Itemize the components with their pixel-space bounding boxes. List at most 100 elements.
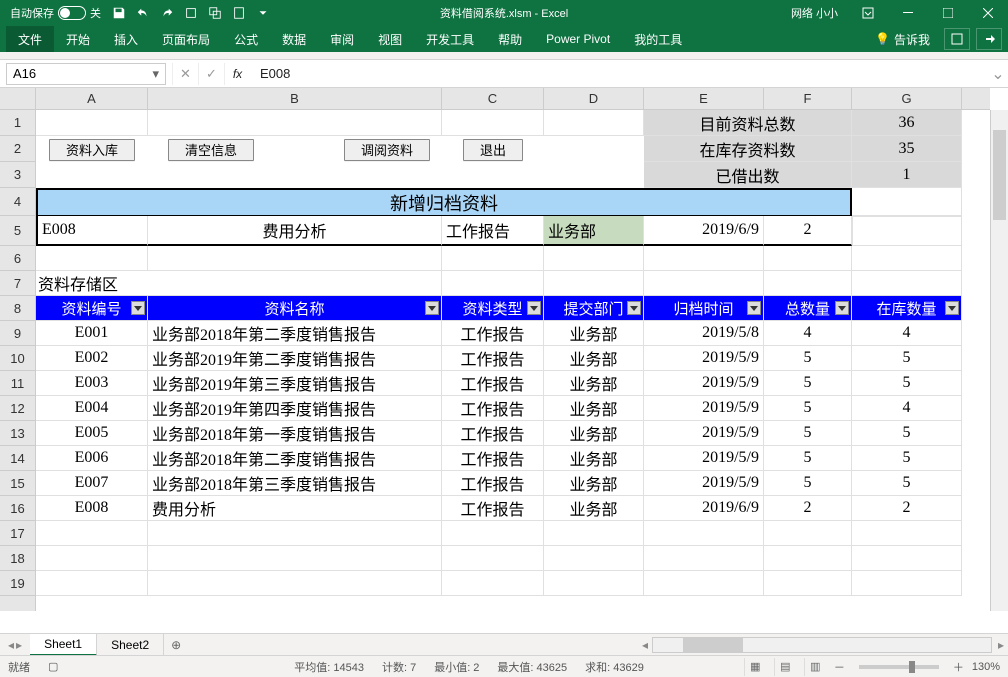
table-cell[interactable]: 业务部 xyxy=(544,371,644,396)
row-header-10[interactable]: 10 xyxy=(0,346,35,371)
archive-dept[interactable]: 业务部 xyxy=(544,216,644,246)
table-cell[interactable]: E008 xyxy=(36,496,148,521)
filter-icon[interactable] xyxy=(835,301,849,315)
archive-date[interactable]: 2019/6/9 xyxy=(644,216,764,246)
name-box[interactable]: A16▾ xyxy=(6,63,166,85)
ribbon-tool-1[interactable] xyxy=(944,28,970,50)
table-header-6[interactable]: 在库数量 xyxy=(852,296,962,321)
close-button[interactable] xyxy=(968,0,1008,26)
expand-formula-icon[interactable]: ⌄ xyxy=(988,64,1008,84)
zoom-level[interactable]: 130% xyxy=(972,661,1000,673)
table-cell[interactable]: 2019/5/9 xyxy=(644,396,764,421)
table-cell[interactable]: 4 xyxy=(764,321,852,346)
table-cell[interactable]: 5 xyxy=(852,421,962,446)
table-row[interactable]: E002业务部2019年第二季度销售报告工作报告业务部2019/5/955 xyxy=(36,346,990,371)
table-cell[interactable]: 业务部2019年第二季度销售报告 xyxy=(148,346,442,371)
table-header-0[interactable]: 资料编号 xyxy=(36,296,148,321)
table-cell[interactable]: 2019/5/9 xyxy=(644,471,764,496)
fx-icon[interactable]: fx xyxy=(224,63,250,85)
zoom-in-button[interactable]: ＋ xyxy=(953,659,964,675)
table-cell[interactable]: 2019/5/9 xyxy=(644,371,764,396)
ribbon-tab-1[interactable]: 插入 xyxy=(102,26,150,52)
table-cell[interactable]: 工作报告 xyxy=(442,346,544,371)
row-header-7[interactable]: 7 xyxy=(0,271,35,296)
qat-icon-2[interactable] xyxy=(203,1,227,25)
sheet-tab-2[interactable]: Sheet2 xyxy=(97,634,164,656)
autosave-toggle[interactable]: 自动保存 关 xyxy=(4,5,107,21)
table-row[interactable]: E006业务部2018年第二季度销售报告工作报告业务部2019/5/955 xyxy=(36,446,990,471)
table-cell[interactable]: 业务部 xyxy=(544,346,644,371)
redo-icon[interactable] xyxy=(155,1,179,25)
ribbon-tab-2[interactable]: 页面布局 xyxy=(150,26,222,52)
table-header-2[interactable]: 资料类型 xyxy=(442,296,544,321)
lend-material-button[interactable]: 调阅资料 xyxy=(344,139,430,161)
table-cell[interactable]: 5 xyxy=(852,346,962,371)
row-header-6[interactable]: 6 xyxy=(0,246,35,271)
table-cell[interactable]: 业务部2018年第二季度销售报告 xyxy=(148,321,442,346)
column-headers[interactable]: ABCDEFG xyxy=(36,88,990,110)
table-cell[interactable]: E006 xyxy=(36,446,148,471)
row-header-4[interactable]: 4 xyxy=(0,188,35,216)
row-header-14[interactable]: 14 xyxy=(0,446,35,471)
qat-icon-1[interactable] xyxy=(179,1,203,25)
table-cell[interactable]: 业务部 xyxy=(544,321,644,346)
filter-icon[interactable] xyxy=(527,301,541,315)
cancel-formula-icon[interactable]: ✕ xyxy=(172,63,198,85)
table-cell[interactable]: E004 xyxy=(36,396,148,421)
ribbon-tab-0[interactable]: 开始 xyxy=(54,26,102,52)
table-cell[interactable]: 费用分析 xyxy=(148,496,442,521)
table-cell[interactable]: 5 xyxy=(764,371,852,396)
share-button[interactable] xyxy=(976,28,1002,50)
table-cell[interactable]: 2019/6/9 xyxy=(644,496,764,521)
col-header-C[interactable]: C xyxy=(442,88,544,109)
archive-name[interactable]: 费用分析 xyxy=(148,216,442,246)
table-cell[interactable]: E002 xyxy=(36,346,148,371)
table-cell[interactable]: 业务部 xyxy=(544,446,644,471)
ribbon-tab-7[interactable]: 开发工具 xyxy=(414,26,486,52)
table-cell[interactable]: 业务部2018年第二季度销售报告 xyxy=(148,446,442,471)
table-cell[interactable]: 业务部2019年第四季度销售报告 xyxy=(148,396,442,421)
table-cell[interactable]: 5 xyxy=(764,396,852,421)
sheet-nav[interactable]: ◂▸ xyxy=(0,638,30,652)
table-cell[interactable]: 2 xyxy=(764,496,852,521)
ribbon-tab-9[interactable]: Power Pivot xyxy=(534,26,622,52)
archive-type[interactable]: 工作报告 xyxy=(442,216,544,246)
row-header-5[interactable]: 5 xyxy=(0,216,35,246)
filter-icon[interactable] xyxy=(425,301,439,315)
filter-icon[interactable] xyxy=(747,301,761,315)
table-cell[interactable]: 4 xyxy=(852,321,962,346)
table-cell[interactable]: E005 xyxy=(36,421,148,446)
col-header-E[interactable]: E xyxy=(644,88,764,109)
table-header-1[interactable]: 资料名称 xyxy=(148,296,442,321)
table-cell[interactable]: 2019/5/8 xyxy=(644,321,764,346)
table-cell[interactable]: 工作报告 xyxy=(442,496,544,521)
worksheet-grid[interactable]: ABCDEFG 12345678910111213141516171819 目前… xyxy=(0,88,1008,629)
macro-record-icon[interactable]: ▢ xyxy=(48,660,58,673)
table-cell[interactable]: 5 xyxy=(764,446,852,471)
tell-me[interactable]: 💡 告诉我 xyxy=(867,31,938,48)
minimize-button[interactable] xyxy=(888,0,928,26)
sheet-tab-1[interactable]: Sheet1 xyxy=(30,634,97,656)
table-cell[interactable]: 5 xyxy=(764,346,852,371)
table-header-3[interactable]: 提交部门 xyxy=(544,296,644,321)
col-header-F[interactable]: F xyxy=(764,88,852,109)
table-row[interactable]: E007业务部2018年第三季度销售报告工作报告业务部2019/5/955 xyxy=(36,471,990,496)
zoom-out-button[interactable]: － xyxy=(834,659,845,675)
table-header-4[interactable]: 归档时间 xyxy=(644,296,764,321)
table-row[interactable]: E004业务部2019年第四季度销售报告工作报告业务部2019/5/954 xyxy=(36,396,990,421)
exit-button[interactable]: 退出 xyxy=(463,139,523,161)
table-cell[interactable]: 工作报告 xyxy=(442,396,544,421)
table-cell[interactable]: 5 xyxy=(764,421,852,446)
save-icon[interactable] xyxy=(107,1,131,25)
add-sheet-button[interactable]: ⊕ xyxy=(164,638,188,652)
col-header-A[interactable]: A xyxy=(36,88,148,109)
table-cell[interactable]: 业务部 xyxy=(544,396,644,421)
table-row[interactable]: E005业务部2018年第一季度销售报告工作报告业务部2019/5/955 xyxy=(36,421,990,446)
row-header-3[interactable]: 3 xyxy=(0,162,35,188)
table-cell[interactable]: E001 xyxy=(36,321,148,346)
table-cell[interactable]: 5 xyxy=(852,446,962,471)
ribbon-tab-4[interactable]: 数据 xyxy=(270,26,318,52)
archive-qty[interactable]: 2 xyxy=(764,216,852,246)
table-cell[interactable]: 2019/5/9 xyxy=(644,421,764,446)
table-cell[interactable]: 工作报告 xyxy=(442,446,544,471)
